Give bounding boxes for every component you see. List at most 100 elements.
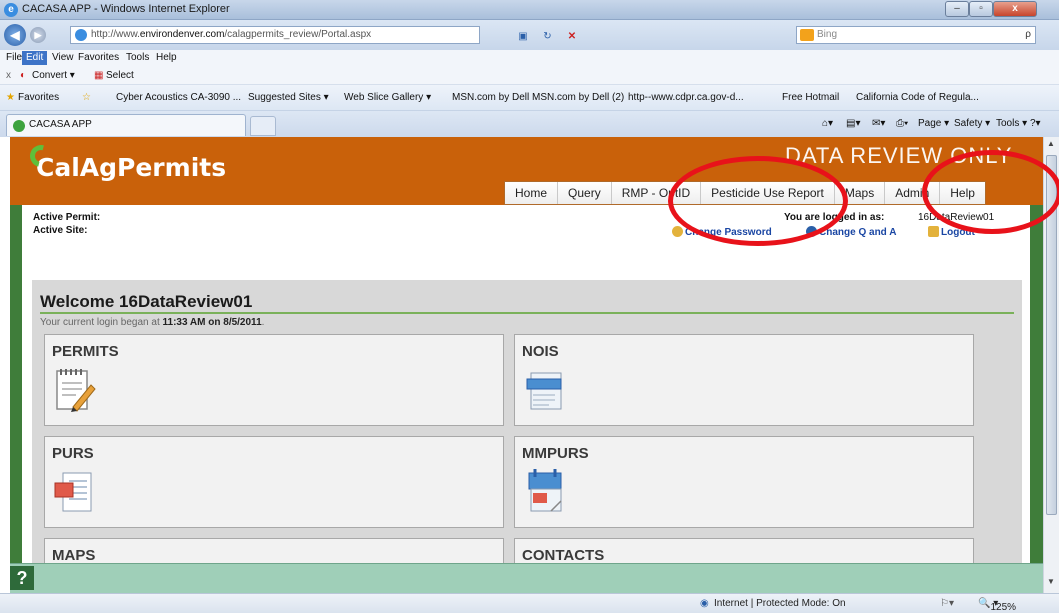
scroll-down-icon[interactable]: ▼ (1047, 577, 1055, 586)
address-row: ◀ ▶ http://www.environdenver.com/calagpe… (0, 20, 1059, 50)
permits-icon (56, 369, 96, 412)
fav-item-4[interactable]: MSN.com by Dell (452, 92, 529, 103)
fav-item-5[interactable]: MSN.com by Dell (2) (532, 92, 624, 103)
zoom-level[interactable]: 🔍 125% ▾ (978, 598, 1016, 613)
welcome-heading: Welcome 16DataReview01 (40, 292, 253, 311)
convert-icon: ◐ (20, 70, 27, 81)
tile-maps-label: MAPS (52, 547, 96, 564)
new-tab-button[interactable] (250, 116, 276, 136)
change-q-and-a-link[interactable]: Change Q and A (806, 226, 896, 238)
tools-menu[interactable]: Tools ▾ (996, 118, 1027, 129)
page-scrollbar[interactable]: ▲ ▼ (1043, 137, 1059, 593)
protected-icon[interactable]: ⚐▾ (940, 598, 954, 609)
tile-nois[interactable]: NOIS (514, 334, 974, 426)
key-icon (672, 226, 683, 237)
calagpermits-logo[interactable]: CalAgPermits (25, 140, 227, 182)
active-site-label: Active Site: (33, 225, 88, 236)
help-button[interactable]: ? (10, 566, 34, 590)
question-icon (806, 226, 817, 237)
menu-view[interactable]: View (52, 52, 74, 63)
session-info-panel: Active Permit: Active Site: You are logg… (22, 205, 1030, 275)
welcome-panel: Welcome 16DataReview01 Your current logi… (32, 280, 1022, 613)
username: 16DataReview01 (918, 212, 995, 223)
stop-icon[interactable]: ✕ (563, 29, 581, 45)
tile-nois-label: NOIS (522, 343, 559, 360)
maximize-button[interactable]: ▫ (969, 1, 993, 17)
favorites-button[interactable]: Favorites (18, 92, 59, 103)
print-icon[interactable]: ⎙▾ (896, 118, 908, 129)
close-toolbar-icon[interactable]: x (6, 70, 11, 81)
nav-query[interactable]: Query (558, 182, 612, 204)
menu-favorites[interactable]: Favorites (78, 52, 119, 63)
login-time-prefix: Your current login began at (40, 317, 160, 328)
convert-toolbar: x ◐ Convert ▾ ▦ Select (0, 67, 1059, 85)
add-favorite-icon[interactable]: ☆ (82, 92, 91, 103)
page-icon (75, 29, 87, 41)
scroll-thumb[interactable] (1046, 155, 1057, 515)
fav-item-2[interactable]: Suggested Sites ▾ (248, 92, 329, 103)
search-icon[interactable]: ρ (1025, 27, 1031, 43)
menu-help[interactable]: Help (156, 52, 177, 63)
tile-mmpurs[interactable]: MMPURS (514, 436, 974, 528)
menu-edit[interactable]: Edit (22, 51, 48, 65)
security-zone-text[interactable]: Internet | Protected Mode: On (714, 598, 846, 609)
mail-icon[interactable]: ✉▾ (872, 118, 885, 129)
fav-item-8[interactable]: California Code of Regula... (856, 92, 979, 103)
change-password-label: Change Password (685, 227, 772, 238)
logout-label: Logout (941, 227, 975, 238)
forward-button[interactable]: ▶ (30, 27, 46, 43)
nav-admin[interactable]: Admin (885, 182, 941, 204)
nav-help[interactable]: Help (940, 182, 985, 204)
fav-item-6[interactable]: http--www.cdpr.ca.gov-d... (628, 92, 744, 103)
scroll-up-icon[interactable]: ▲ (1047, 139, 1055, 148)
menu-bar: File Edit View Favorites Tools Help (0, 50, 1059, 67)
select-button[interactable]: Select (106, 70, 134, 81)
logged-in-label: You are logged in as: (784, 212, 885, 223)
title-bar: e CACASA APP - Windows Internet Explorer… (0, 0, 1059, 20)
help-bar (10, 563, 1043, 593)
address-input[interactable]: http://www.environdenver.com/calagpermit… (70, 26, 480, 44)
fav-item-1[interactable]: Cyber Acoustics CA-3090 ... (116, 92, 241, 103)
search-input[interactable]: Bing ρ (796, 26, 1036, 44)
nav-pesticide-use-report[interactable]: Pesticide Use Report (701, 182, 835, 204)
convert-button[interactable]: Convert ▾ (32, 70, 75, 81)
change-password-link[interactable]: Change Password (672, 226, 772, 238)
menu-file[interactable]: File (6, 52, 22, 63)
bing-icon (800, 29, 814, 41)
url-host: environdenver.com (139, 29, 225, 40)
nav-home[interactable]: Home (505, 182, 559, 204)
menu-tools[interactable]: Tools (126, 52, 149, 63)
tab-title: CACASA APP (29, 119, 92, 130)
status-bar: ◉ Internet | Protected Mode: On ⚐▾ 🔍 125%… (0, 593, 1059, 613)
tab-bar: CACASA APP ⌂▾ ▤▾ ✉▾ ⎙▾ Page ▾ Safety ▾ T… (0, 111, 1059, 137)
nav-maps[interactable]: Maps (834, 182, 886, 204)
tile-permits[interactable]: PERMITS (44, 334, 504, 426)
compat-view-icon[interactable]: ▣ (514, 29, 532, 45)
tile-purs[interactable]: PURS (44, 436, 504, 528)
welcome-rule (40, 312, 1014, 314)
mmpurs-icon (528, 469, 562, 512)
url-path: /calagpermits_review/Portal.aspx (224, 29, 372, 40)
logo-text: CalAgPermits (36, 153, 227, 182)
tab-cacasa-app[interactable]: CACASA APP (6, 114, 246, 136)
logout-link[interactable]: Logout (928, 226, 975, 238)
site-icon (13, 120, 25, 132)
refresh-icon[interactable]: ↻ (538, 29, 556, 45)
safety-menu[interactable]: Safety ▾ (954, 118, 990, 129)
tile-permits-label: PERMITS (52, 343, 119, 360)
home-icon[interactable]: ⌂▾ (822, 118, 833, 129)
help-menu-icon[interactable]: ?▾ (1030, 118, 1041, 129)
purs-icon (54, 472, 92, 512)
tile-purs-label: PURS (52, 445, 94, 462)
page-menu[interactable]: Page ▾ (918, 118, 949, 129)
feeds-icon[interactable]: ▤▾ (846, 118, 860, 129)
fav-item-3[interactable]: Web Slice Gallery ▾ (344, 92, 431, 103)
select-icon: ▦ (94, 70, 104, 81)
nois-icon (526, 372, 562, 410)
minimize-button[interactable]: – (945, 1, 969, 17)
app-nav: Home Query RMP - OptID Pesticide Use Rep… (504, 181, 986, 205)
nav-rmp-optid[interactable]: RMP - OptID (611, 182, 702, 204)
back-button[interactable]: ◀ (4, 24, 26, 46)
fav-item-7[interactable]: Free Hotmail (782, 92, 839, 103)
close-button[interactable]: x (993, 1, 1037, 17)
